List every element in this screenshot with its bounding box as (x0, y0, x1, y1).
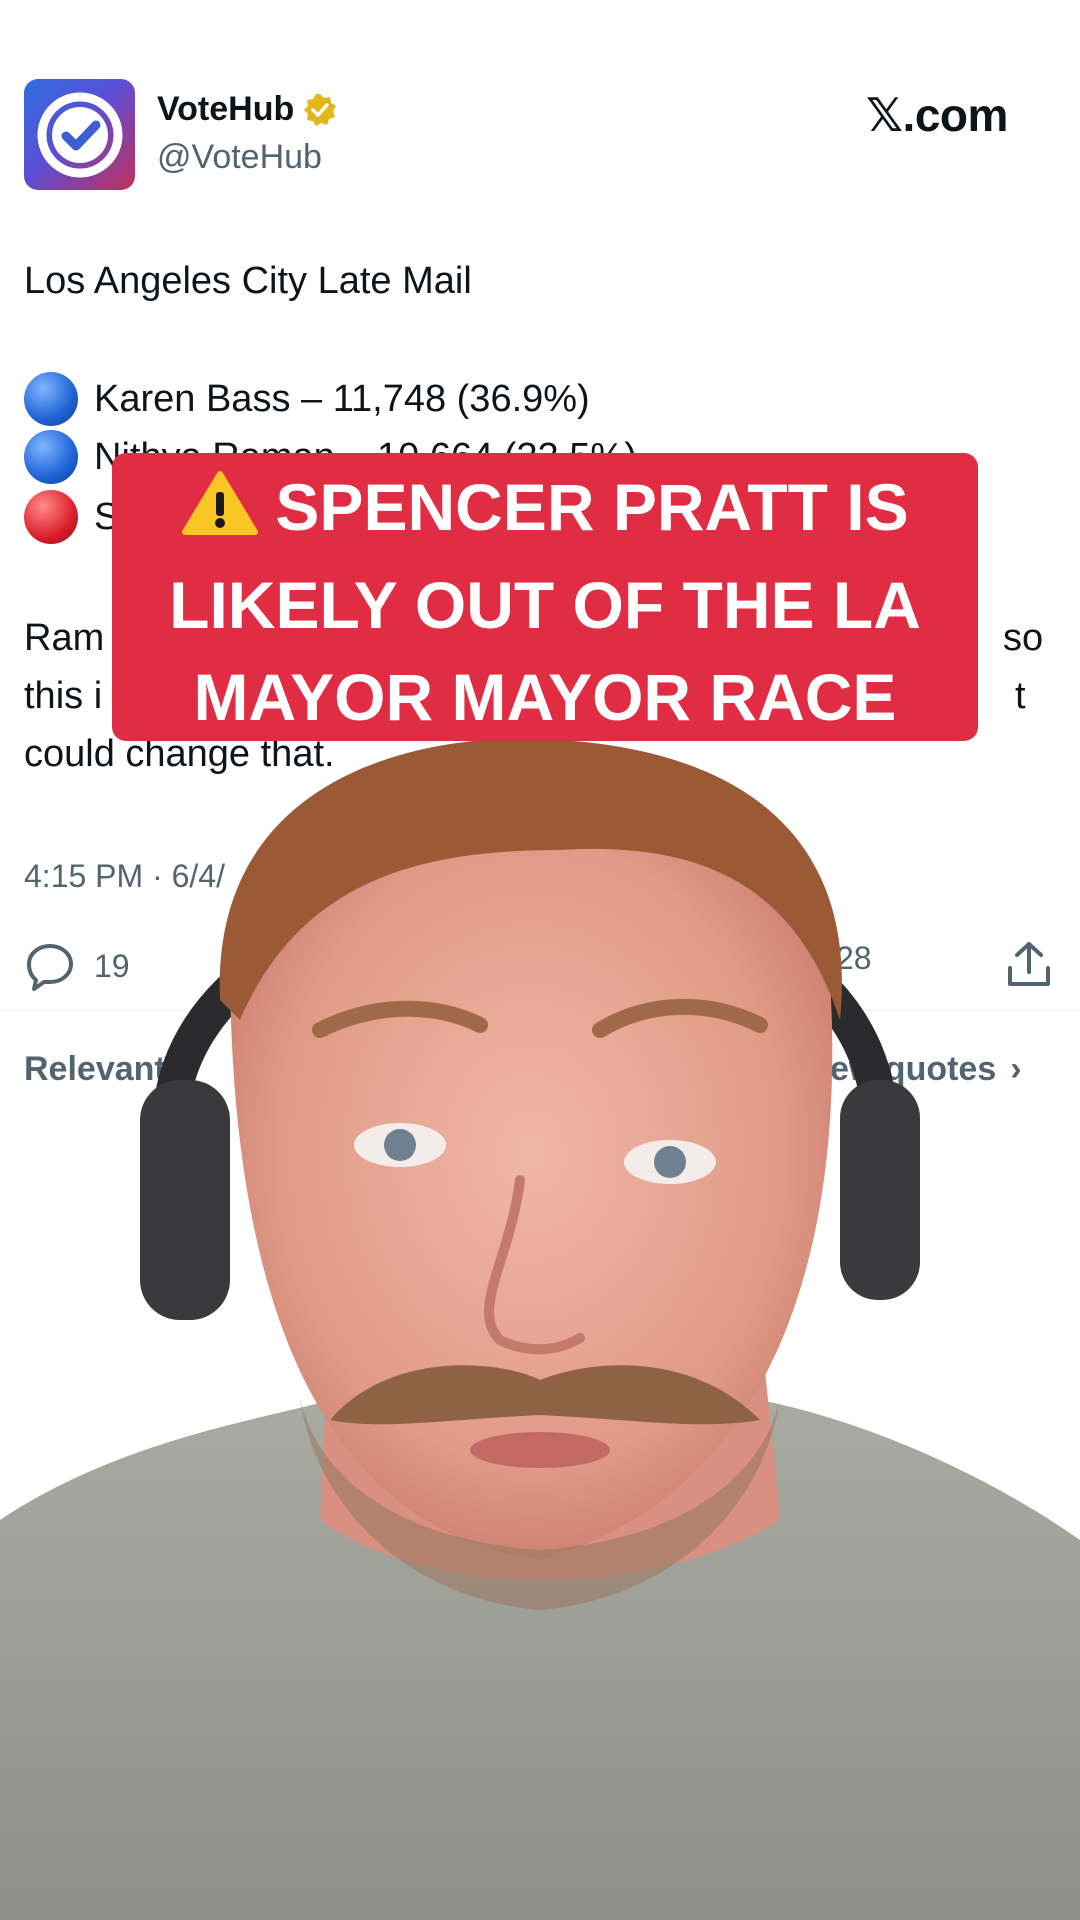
blue-circle-icon (24, 372, 78, 426)
banner-line-2: LIKELY OUT OF THE LA (169, 568, 921, 642)
banner-line-3: MAYOR MAYOR RACE (193, 660, 897, 734)
headline-banner: SPENCER PRATT IS LIKELY OUT OF THE LA MA… (112, 453, 978, 741)
warning-icon (181, 467, 259, 559)
votehub-logo[interactable] (24, 79, 135, 190)
banner-line-1: SPENCER PRATT IS (275, 470, 909, 544)
body-line: so (1003, 617, 1044, 659)
site-brand: 𝕏.com (866, 89, 1008, 141)
result-text: Karen Bass – 11,748 (36.9%) (94, 377, 590, 420)
result-line: Karen Bass – 11,748 (36.9%) (24, 372, 590, 426)
blue-circle-icon (24, 430, 78, 484)
author-name-row[interactable]: VoteHub (157, 90, 338, 129)
banner-line: SPENCER PRATT IS (112, 461, 978, 559)
result-line: S (24, 490, 119, 544)
red-circle-icon (24, 490, 78, 544)
checkmark-icon (37, 92, 122, 177)
presenter-video (0, 738, 1080, 1920)
author-handle[interactable]: @VoteHub (157, 138, 322, 177)
author-name[interactable]: VoteHub (157, 90, 294, 129)
body-line: Ram (24, 617, 105, 659)
tweet-title: Los Angeles City Late Mail (24, 260, 472, 302)
verified-badge-icon (304, 93, 337, 126)
